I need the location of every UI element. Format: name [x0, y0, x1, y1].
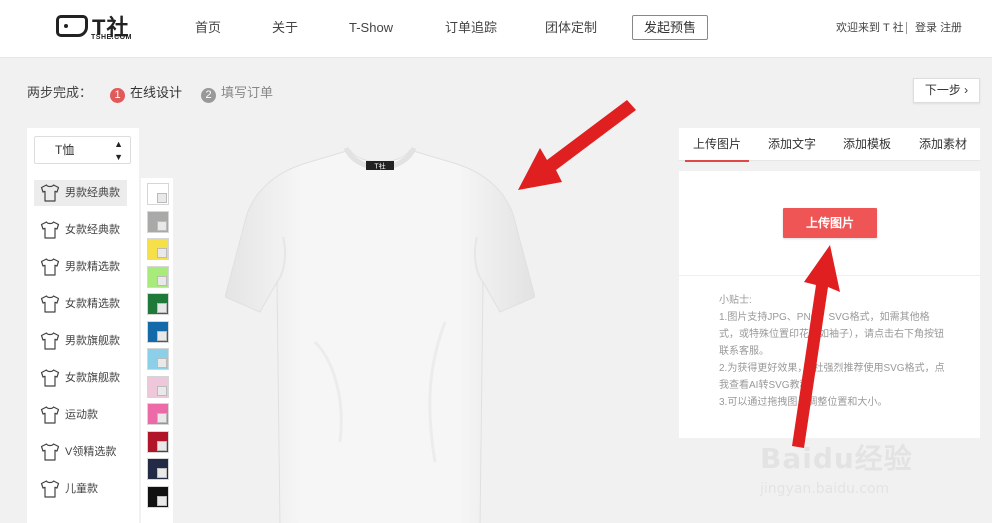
color-swatch[interactable] [147, 265, 169, 288]
color-swatch[interactable] [147, 485, 169, 508]
style-label: 男款旗舰款 [65, 335, 120, 347]
upload-panel: 上传图片 小贴士: 1.图片支持JPG、PNG、SVG格式，如需其他格式，或特殊… [679, 171, 980, 438]
color-swatch[interactable] [147, 293, 169, 315]
logo-subtext: TSHE.COM [91, 34, 132, 41]
nav-tshow[interactable]: T-Show [349, 0, 393, 58]
tab-add-template[interactable]: 添加模板 [843, 128, 891, 161]
color-swatch[interactable] [147, 238, 169, 260]
header-separator [906, 22, 907, 34]
style-label: 儿童款 [65, 483, 98, 495]
style-label: 女款旗舰款 [65, 372, 120, 384]
next-step-button[interactable]: 下一步 › [913, 78, 980, 103]
color-swatch[interactable] [147, 458, 169, 480]
nav-order-tracking[interactable]: 订单追踪 [445, 0, 497, 58]
steps-label: 两步完成： [27, 85, 93, 100]
step-number: 2 [201, 88, 216, 103]
style-label: 男款经典款 [65, 187, 120, 199]
style-item[interactable]: V领精选款 [34, 439, 127, 465]
nav-home[interactable]: 首页 [195, 0, 221, 58]
tshirt-icon [40, 480, 60, 498]
color-swatch[interactable] [147, 320, 169, 343]
tshirt-icon [40, 369, 60, 387]
step-fill-order[interactable]: 2 填写订单 [201, 82, 273, 103]
style-item[interactable]: 男款旗舰款 [34, 328, 127, 354]
style-item[interactable]: 运动款 [34, 402, 127, 428]
tee-neck-label: T社 [374, 162, 385, 171]
register-link[interactable]: 注册 [940, 22, 962, 34]
tab-add-material[interactable]: 添加素材 [919, 128, 967, 161]
style-item[interactable]: 女款经典款 [34, 217, 127, 243]
logo[interactable]: T社 TSHE.COM [56, 12, 136, 44]
nav-about[interactable]: 关于 [272, 0, 298, 58]
tshirt-icon [40, 332, 60, 350]
presale-button[interactable]: 发起预售 [632, 15, 708, 40]
tip-item: 2.为获得更好效果，T社强烈推荐使用SVG格式，点我查看AI转SVG教程。 [719, 363, 945, 391]
logo-mark-icon [56, 15, 88, 37]
style-panel: T恤 ▲ ▼ 男款经典款女款经典款男款精选款女款精选款男款旗舰款女款旗舰款运动款 V… [27, 128, 139, 523]
style-item[interactable]: 男款经典款 [34, 180, 127, 206]
watermark-sub: jingyan.baidu.com [760, 481, 890, 497]
step-number: 1 [110, 88, 125, 103]
color-swatch[interactable] [147, 430, 169, 453]
tool-tabs: 上传图片 添加文字 添加模板 添加素材 [679, 128, 980, 162]
style-label: 女款经典款 [65, 224, 120, 236]
color-swatch[interactable] [147, 210, 169, 233]
tshirt-icon [40, 221, 60, 239]
color-swatch[interactable] [147, 403, 169, 425]
style-label: 女款精选款 [65, 298, 120, 310]
step-online-design[interactable]: 1 在线设计 [110, 82, 182, 103]
color-swatch-list [141, 178, 173, 523]
style-item[interactable]: 儿童款 [34, 476, 127, 502]
style-item[interactable]: 男款精选款 [34, 254, 127, 280]
style-item[interactable]: 女款旗舰款 [34, 365, 127, 391]
tshirt-icon [40, 406, 60, 424]
tab-add-text[interactable]: 添加文字 [768, 128, 816, 161]
color-swatch[interactable] [147, 375, 169, 398]
divider [679, 275, 980, 276]
style-label: 运动款 [65, 409, 98, 421]
color-swatch[interactable] [147, 183, 169, 205]
tip-item: 3.可以通过拖拽图片调整位置和大小。 [719, 397, 888, 408]
tshirt-preview: T社 [225, 146, 535, 523]
step-label: 在线设计 [130, 85, 183, 100]
design-canvas[interactable]: T社 [180, 112, 670, 523]
step-label: 填写订单 [221, 85, 274, 100]
auth-links: 登录 注册 [915, 0, 962, 56]
tshirt-icon [40, 184, 60, 202]
nav-group-custom[interactable]: 团体定制 [545, 0, 597, 58]
style-item[interactable]: 女款精选款 [34, 291, 127, 317]
welcome-text: 欢迎来到 T 社 [836, 22, 904, 34]
watermark-main: Baidu经验 [760, 442, 913, 475]
tshirt-icon [40, 258, 60, 276]
style-label: 男款精选款 [65, 261, 120, 273]
style-label: V领精选款 [65, 446, 117, 458]
upload-image-button[interactable]: 上传图片 [783, 208, 877, 238]
tshirt-icon [40, 443, 60, 461]
tab-upload-image[interactable]: 上传图片 [684, 128, 750, 162]
site-header: T社 TSHE.COM 首页 关于 T-Show 订单追踪 团体定制 发起预售 … [0, 0, 992, 58]
select-arrows-icon: ▲ ▼ [114, 139, 123, 162]
baidu-watermark: Baidu经验 jingyan.baidu.com [760, 415, 980, 523]
tshirt-icon [40, 295, 60, 313]
tips: 小贴士: 1.图片支持JPG、PNG、SVG格式，如需其他格式，或特殊位置印花（… [719, 292, 949, 411]
login-link[interactable]: 登录 [915, 22, 937, 34]
product-type-value: T恤 [55, 143, 75, 157]
tip-item: 1.图片支持JPG、PNG、SVG格式，如需其他格式，或特殊位置印花（如袖子），… [719, 312, 944, 357]
tips-title: 小贴士: [719, 295, 752, 306]
color-swatch[interactable] [147, 348, 169, 370]
product-type-select[interactable]: T恤 ▲ ▼ [34, 136, 131, 164]
